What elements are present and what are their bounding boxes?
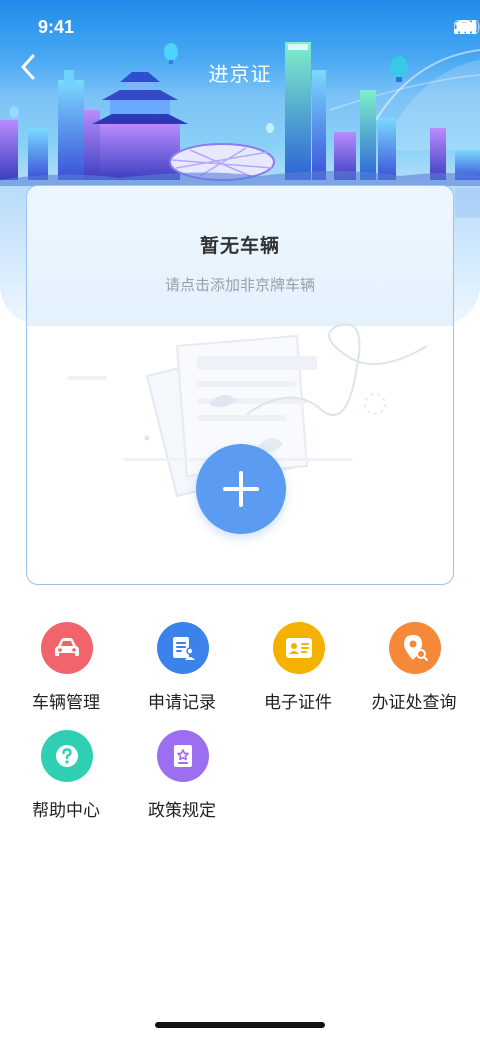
home-indicator[interactable]: [155, 1022, 325, 1028]
function-vehicle-management[interactable]: 车辆管理: [6, 622, 126, 722]
car-icon: [41, 622, 93, 674]
function-label: 电子证件: [264, 693, 332, 713]
status-time: 9:41: [38, 17, 75, 37]
function-application-records[interactable]: 申请记录: [122, 622, 242, 722]
status-bar: 9:41: [0, 0, 480, 58]
function-label: 申请记录: [148, 693, 216, 713]
question-icon: [41, 730, 93, 782]
function-electronic-certificate[interactable]: 电子证件: [238, 622, 358, 722]
empty-state-title: 暂无车辆: [199, 235, 280, 257]
function-policy-regulations[interactable]: 政策规定: [122, 730, 242, 830]
function-label: 办证处查询: [371, 693, 457, 713]
function-label: 车辆管理: [32, 693, 100, 713]
navbar: 进京证: [0, 52, 480, 92]
id-card-icon: [273, 622, 325, 674]
page-title: 进京证: [208, 62, 272, 86]
form-icon: [157, 622, 209, 674]
function-help-center[interactable]: 帮助中心: [6, 730, 126, 830]
function-label: 帮助中心: [32, 801, 100, 821]
empty-state-subtitle: 请点击添加非京牌车辆: [164, 276, 315, 294]
policy-book-icon: [157, 730, 209, 782]
location-search-icon: [389, 622, 441, 674]
battery-icon: [454, 20, 480, 34]
add-vehicle-button[interactable]: [196, 444, 286, 534]
function-office-lookup[interactable]: 办证处查询: [354, 622, 474, 722]
vehicle-card: 暂无车辆 请点击添加非京牌车辆: [26, 185, 454, 585]
function-label: 政策规定: [148, 801, 216, 821]
